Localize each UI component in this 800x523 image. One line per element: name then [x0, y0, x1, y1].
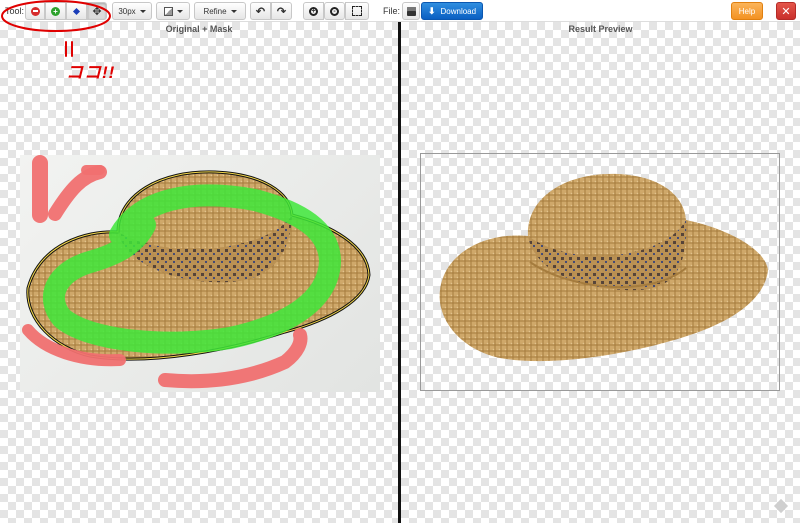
fit-button[interactable]	[345, 2, 369, 20]
view-mode-icon	[163, 6, 173, 16]
keep-tool-icon: +	[51, 6, 60, 16]
chevron-down-icon	[230, 9, 237, 13]
help-button[interactable]: Help	[731, 2, 763, 20]
zoom-out-icon: -	[330, 6, 339, 16]
help-label: Help	[738, 6, 756, 16]
save-icon	[406, 6, 416, 16]
download-icon: ⬇	[427, 5, 436, 16]
refine-label: Refine	[203, 6, 227, 16]
zoom-out-button[interactable]: -	[324, 2, 345, 20]
undo-icon: ↶	[255, 5, 266, 18]
left-pane-title: Original + Mask	[165, 24, 233, 34]
app-window: Tool: + ✥ 30px Refine ↶ ↷ + - File: ⬇ Do…	[0, 0, 800, 523]
zoom-in-icon: +	[309, 6, 318, 16]
remove-tool-icon	[30, 6, 40, 16]
view-mode-dropdown[interactable]	[156, 2, 190, 20]
download-label: Download	[440, 6, 477, 16]
download-button[interactable]: ⬇ Download	[421, 2, 483, 20]
tool-label: Tool:	[5, 6, 25, 16]
refine-dropdown[interactable]: Refine	[194, 2, 246, 20]
preview-frame	[420, 153, 780, 391]
brush-size-value: 30px	[118, 6, 136, 16]
keep-tool-button[interactable]: +	[45, 2, 66, 20]
redo-icon: ↷	[276, 5, 287, 18]
close-button[interactable]: ✕	[776, 2, 796, 20]
hair-tool-icon	[72, 7, 81, 15]
file-label: File:	[383, 6, 401, 16]
original-image	[20, 155, 380, 392]
fit-icon	[352, 6, 362, 16]
zoom-in-button[interactable]: +	[303, 2, 324, 20]
chevron-down-icon	[176, 9, 183, 13]
pan-tool-button[interactable]: ✥	[87, 2, 107, 20]
redo-button[interactable]: ↷	[271, 2, 292, 20]
hair-tool-button[interactable]	[66, 2, 87, 20]
annotation-text: ココ!!	[66, 63, 116, 82]
toolbar: Tool: + ✥ 30px Refine ↶ ↷ + - File: ⬇ Do…	[0, 0, 800, 22]
remove-tool-button[interactable]	[25, 2, 45, 20]
close-icon: ✕	[781, 5, 791, 18]
undo-button[interactable]: ↶	[250, 2, 271, 20]
right-pane-title: Result Preview	[568, 24, 633, 34]
brush-size-dropdown[interactable]: 30px	[112, 2, 152, 20]
chevron-down-icon	[139, 9, 146, 13]
pan-tool-icon: ✥	[92, 5, 102, 18]
save-button[interactable]	[402, 2, 420, 20]
